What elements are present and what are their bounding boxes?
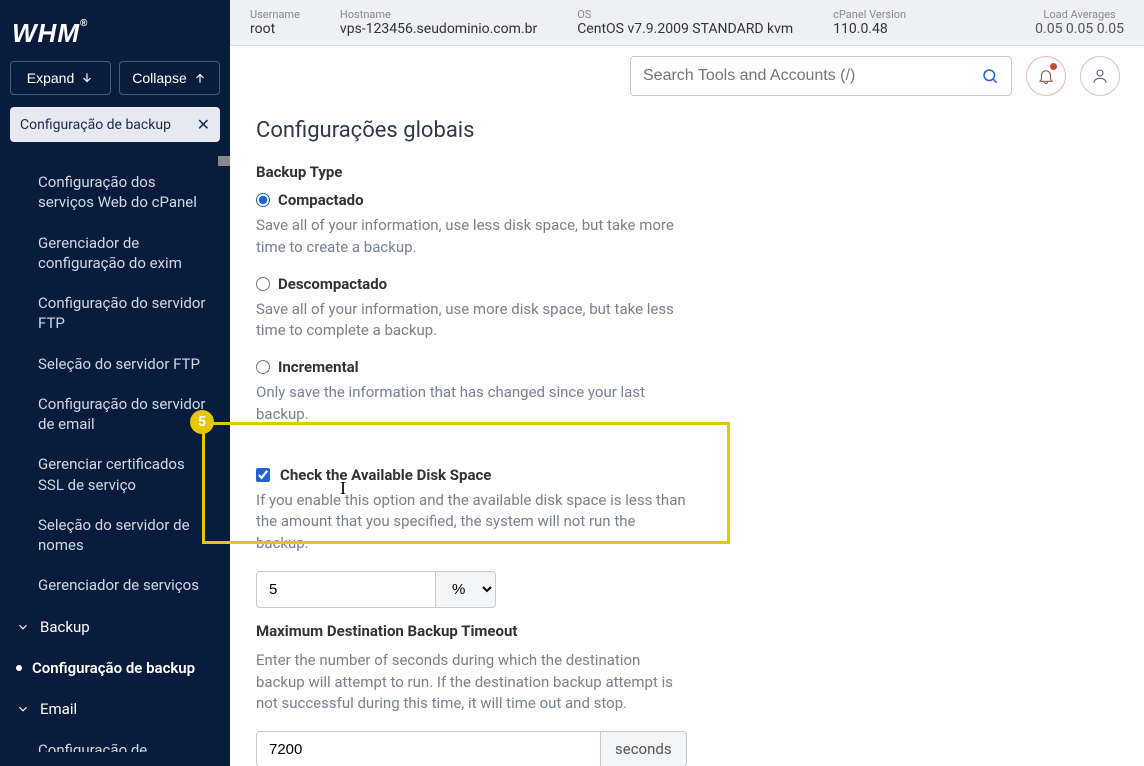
whm-logo: WHM® xyxy=(12,18,88,48)
page-title: Configurações globais xyxy=(256,118,1118,143)
chevron-down-icon xyxy=(16,702,30,716)
backup-type-heading: Backup Type xyxy=(256,163,1118,181)
radio-descompactado-label: Descompactado xyxy=(278,275,387,293)
chevron-down-icon xyxy=(16,620,30,634)
notification-badge xyxy=(1050,63,1057,70)
radio-incremental-desc: Only save the information that has chang… xyxy=(256,382,686,426)
radio-descompactado[interactable] xyxy=(256,277,270,291)
check-disk-space-desc: If you enable this option and the availa… xyxy=(256,490,686,555)
timeout-value-input[interactable] xyxy=(256,731,601,766)
tb-username: Username root xyxy=(250,8,300,37)
radio-descompactado-row[interactable]: Descompactado xyxy=(256,275,1118,293)
search-input[interactable] xyxy=(643,67,981,85)
sidebar-section-backup[interactable]: Backup xyxy=(0,606,230,648)
radio-descompactado-desc: Save all of your information, use more d… xyxy=(256,299,686,343)
timeout-desc: Enter the number of seconds during which… xyxy=(256,650,686,715)
arrow-up-icon xyxy=(193,71,207,85)
sidebar-item-nameserver-selection[interactable]: Seleção do servidor de nomes xyxy=(0,505,230,566)
check-disk-space-label: Check the Available Disk Space xyxy=(280,466,491,484)
tb-load: Load Averages 0.05 0.05 0.05 xyxy=(1035,8,1124,37)
sidebar-section-email[interactable]: Email xyxy=(0,688,230,730)
active-dot-icon xyxy=(16,665,22,671)
disk-space-input-group: % xyxy=(256,571,1118,608)
radio-compactado-label: Compactado xyxy=(278,191,364,209)
check-disk-space[interactable] xyxy=(256,468,270,482)
radio-compactado-desc: Save all of your information, use less d… xyxy=(256,215,686,259)
sidebar-filter-tag[interactable]: Configuração de backup ✕ xyxy=(10,107,220,142)
notifications-button[interactable] xyxy=(1026,56,1066,96)
sidebar-item-backup-config-active[interactable]: Configuração de backup xyxy=(0,648,230,688)
scrollbar-thumb[interactable] xyxy=(218,156,230,166)
expand-button[interactable]: Expand xyxy=(10,61,111,95)
search-icon[interactable] xyxy=(981,67,999,85)
tb-cpanel: cPanel Version 110.0.48 xyxy=(833,8,906,37)
sidebar-item-ftp-selection[interactable]: Seleção do servidor FTP xyxy=(0,344,230,384)
sidebar-nav: Configuração dos serviços Web do cPanel … xyxy=(0,156,230,752)
sidebar-item-ftp-config[interactable]: Configuração do servidor FTP xyxy=(0,283,230,344)
radio-compactado[interactable] xyxy=(256,193,270,207)
radio-incremental-row[interactable]: Incremental xyxy=(256,358,1118,376)
user-icon xyxy=(1091,67,1109,85)
disk-space-unit-select[interactable]: % xyxy=(436,571,496,608)
radio-compactado-row[interactable]: Compactado xyxy=(256,191,1118,209)
account-button[interactable] xyxy=(1080,56,1120,96)
sidebar-item-exim-config[interactable]: Gerenciador de configuração do exim xyxy=(0,223,230,284)
global-search[interactable] xyxy=(630,56,1012,96)
sidebar-item-cpanel-web-services[interactable]: Configuração dos serviços Web do cPanel xyxy=(0,162,230,223)
sidebar-item-email-config-partial[interactable]: Configuração de xyxy=(0,730,230,752)
tb-hostname: Hostname vps-123456.seudominio.com.br xyxy=(340,8,537,37)
radio-incremental[interactable] xyxy=(256,360,270,374)
radio-incremental-label: Incremental xyxy=(278,358,359,376)
collapse-button[interactable]: Collapse xyxy=(119,61,220,95)
check-disk-space-row[interactable]: Check the Available Disk Space xyxy=(256,466,1118,484)
timeout-heading: Maximum Destination Backup Timeout xyxy=(256,622,1118,640)
tutorial-step-badge: 5 xyxy=(190,410,214,434)
sidebar: WHM® Expand Collapse Configuração de bac… xyxy=(0,0,230,766)
timeout-input-group: seconds xyxy=(256,731,1118,766)
top-info-bar: Username root Hostname vps-123456.seudom… xyxy=(230,0,1144,46)
timeout-suffix: seconds xyxy=(601,731,687,766)
sidebar-item-service-manager[interactable]: Gerenciador de serviços xyxy=(0,565,230,605)
disk-space-value-input[interactable] xyxy=(256,571,436,608)
clear-filter-icon[interactable]: ✕ xyxy=(197,115,210,134)
sidebar-filter-text: Configuração de backup xyxy=(20,117,171,133)
arrow-down-icon xyxy=(80,71,94,85)
tb-os: OS CentOS v7.9.2009 STANDARD kvm xyxy=(577,8,793,37)
logo-area: WHM® xyxy=(0,0,230,61)
header-row xyxy=(230,46,1144,106)
sidebar-item-ssl-certs[interactable]: Gerenciar certificados SSL de serviço xyxy=(0,444,230,505)
main-content: Configurações globais Backup Type Compac… xyxy=(230,106,1144,766)
